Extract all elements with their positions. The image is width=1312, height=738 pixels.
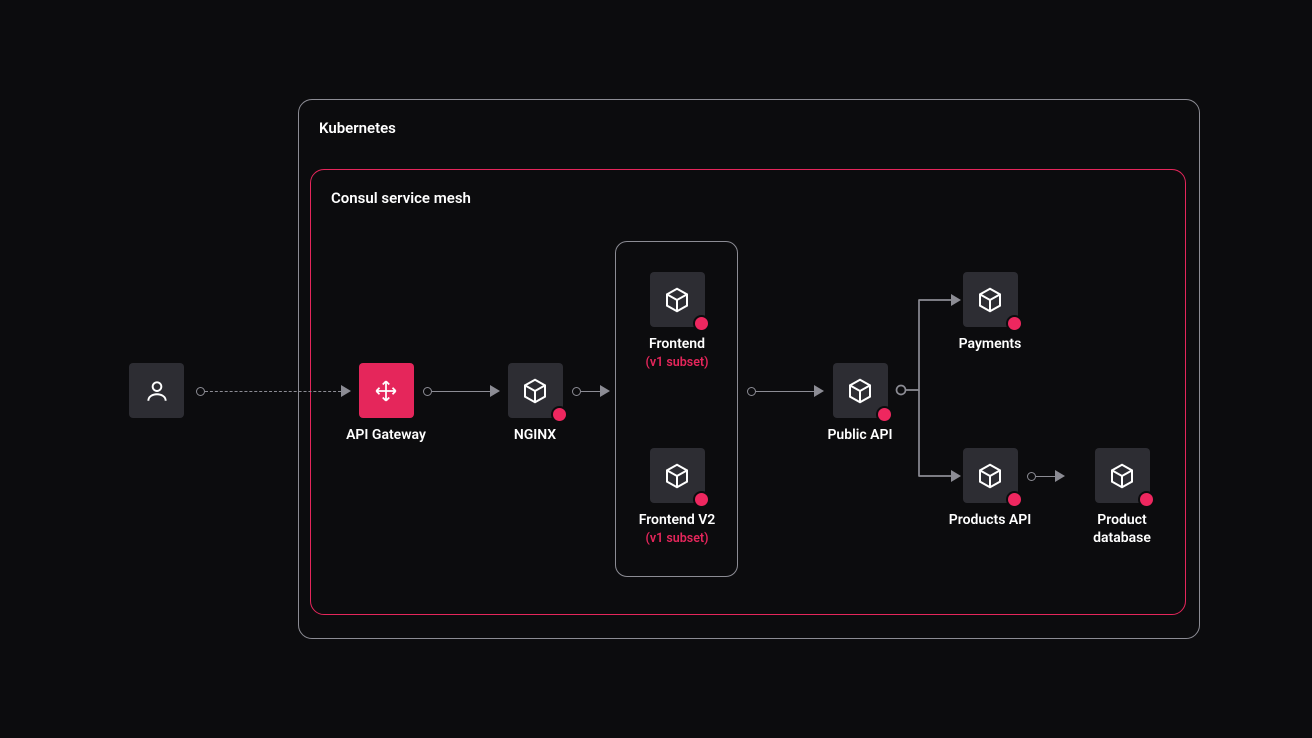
cube-icon <box>833 363 888 418</box>
user-node <box>129 363 184 418</box>
conn-user-gateway <box>196 385 351 397</box>
gateway-icon <box>359 363 414 418</box>
status-dot <box>551 406 568 423</box>
conn-gateway-nginx <box>423 385 500 397</box>
api-gateway-node: API Gateway <box>336 363 436 444</box>
conn-productsapi-db <box>1027 470 1065 482</box>
status-dot <box>1006 491 1023 508</box>
status-dot <box>1138 491 1155 508</box>
conn-frontend-publicapi <box>747 385 824 397</box>
status-dot <box>876 406 893 423</box>
products-api-label: Products API <box>940 511 1040 529</box>
cube-icon <box>508 363 563 418</box>
conn-publicapi-split <box>895 290 975 490</box>
product-db-node: Product database <box>1072 448 1172 547</box>
frontend-label: Frontend <box>627 335 727 353</box>
frontend-node: Frontend (v1 subset) <box>627 272 727 370</box>
nginx-label: NGINX <box>485 426 585 444</box>
cube-icon <box>1095 448 1150 503</box>
nginx-node: NGINX <box>485 363 585 444</box>
consul-mesh-label: Consul service mesh <box>331 189 471 207</box>
user-icon <box>129 363 184 418</box>
status-dot <box>693 315 710 332</box>
status-dot <box>1006 315 1023 332</box>
kubernetes-label: Kubernetes <box>319 119 396 137</box>
frontend-v2-node: Frontend V2 (v1 subset) <box>627 448 727 546</box>
status-dot <box>693 491 710 508</box>
cube-icon <box>650 448 705 503</box>
frontend-subset: (v1 subset) <box>627 355 727 370</box>
api-gateway-label: API Gateway <box>336 426 436 444</box>
conn-nginx-frontend <box>572 385 610 397</box>
frontend-v2-subset: (v1 subset) <box>627 531 727 546</box>
frontend-v2-label: Frontend V2 <box>627 511 727 529</box>
product-db-label: Product database <box>1072 511 1172 547</box>
cube-icon <box>650 272 705 327</box>
